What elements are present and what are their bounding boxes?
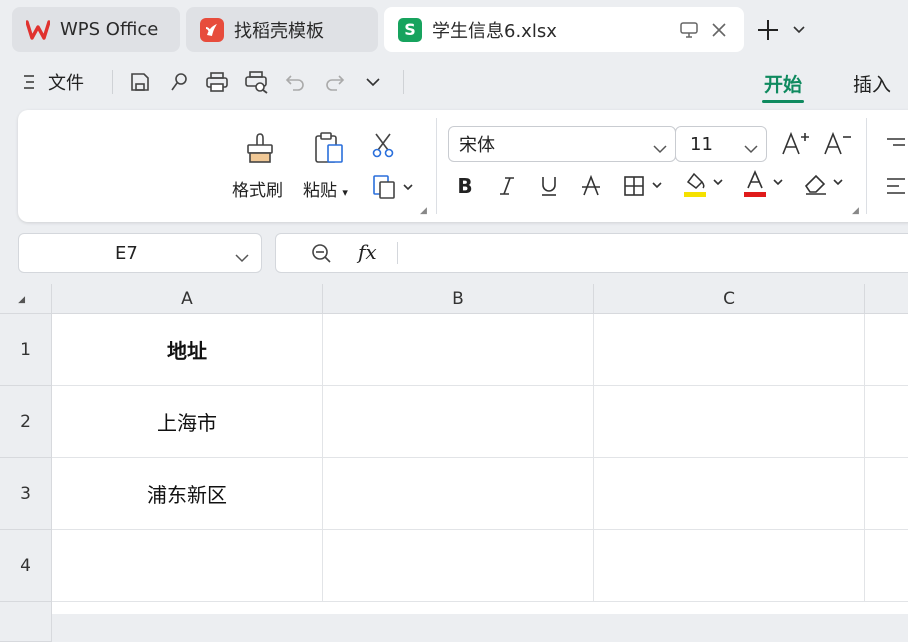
ribbon-tab-home[interactable]: 开始 (764, 70, 802, 97)
cell-a2[interactable]: 上海市 (52, 386, 323, 458)
divider (436, 118, 437, 214)
clear-format-eraser-icon[interactable] (802, 170, 848, 200)
align-top-icon[interactable] (882, 132, 908, 156)
font-color-icon[interactable] (742, 170, 788, 200)
cell-d2[interactable] (865, 386, 908, 458)
export-pdf-icon[interactable] (165, 66, 193, 98)
zoom-search-icon[interactable] (310, 242, 332, 268)
cell-b3[interactable] (323, 458, 594, 530)
select-all-corner[interactable]: ◢ (0, 284, 52, 314)
spreadsheet-grid: ◢ A B C 1 地址 2 上海市 3 浦东新区 4 (0, 284, 908, 642)
font-size-select[interactable]: 11 (675, 126, 767, 162)
tab-label: 学生信息6.xlsx (432, 20, 557, 42)
tab-wps-office[interactable]: WPS Office (12, 7, 180, 52)
copy-icon[interactable] (370, 172, 418, 202)
tab-student-info-xlsx[interactable]: S 学生信息6.xlsx (384, 7, 744, 52)
close-icon[interactable] (708, 19, 730, 41)
spreadsheet-s-icon: S (398, 17, 422, 42)
row-header-2[interactable]: 2 (0, 386, 52, 458)
wps-logo-icon (26, 18, 50, 42)
cell-b4[interactable] (323, 530, 594, 602)
cell-c1[interactable] (594, 314, 865, 386)
print-icon[interactable] (203, 66, 231, 98)
dialog-launcher-icon[interactable]: ◢ (420, 206, 427, 216)
monitor-icon[interactable] (678, 19, 700, 41)
paste-label[interactable]: 粘贴 ▾ (303, 176, 348, 201)
format-painter-label[interactable]: 格式刷 (232, 176, 283, 201)
docer-icon (200, 17, 224, 42)
column-header-b[interactable]: B (323, 284, 594, 314)
divider (866, 118, 867, 214)
fx-insert-function-button[interactable]: fx (358, 240, 377, 264)
fill-color-icon[interactable] (682, 170, 728, 200)
align-left-icon[interactable] (882, 174, 908, 198)
new-tab-plus-icon[interactable] (755, 17, 781, 43)
cell-a3[interactable]: 浦东新区 (52, 458, 323, 530)
chevron-down-icon (653, 138, 667, 159)
cell-b2[interactable] (323, 386, 594, 458)
decrease-font-size-icon[interactable] (822, 128, 852, 158)
increase-font-size-icon[interactable] (780, 128, 810, 158)
cell-c4[interactable] (594, 530, 865, 602)
chevron-down-icon[interactable] (360, 66, 386, 98)
paste-icon[interactable] (308, 128, 350, 168)
column-header-a[interactable]: A (52, 284, 323, 314)
cell-a4[interactable] (52, 530, 323, 602)
cut-scissors-icon[interactable] (368, 130, 398, 160)
file-menu-button[interactable]: 文件 (22, 66, 102, 98)
underline-icon[interactable] (536, 172, 562, 200)
cell-b1[interactable] (323, 314, 594, 386)
cell-c3[interactable] (594, 458, 865, 530)
italic-icon[interactable] (494, 172, 520, 200)
cell-d3[interactable] (865, 458, 908, 530)
active-tab-underline (762, 100, 804, 103)
tab-label: WPS Office (60, 19, 159, 40)
formula-bar[interactable]: fx (275, 233, 908, 273)
chevron-down-icon (744, 138, 758, 159)
ribbon-panel: 格式刷 粘贴 ▾ ◢ 宋体 11 B ◢ (18, 110, 908, 222)
row-header-5[interactable] (0, 602, 52, 642)
divider (112, 70, 113, 94)
name-box[interactable]: E7 (18, 233, 262, 273)
print-preview-icon[interactable] (242, 66, 272, 98)
cell-d4[interactable] (865, 530, 908, 602)
bold-icon[interactable]: B (452, 172, 478, 200)
tab-label: 找稻壳模板 (234, 20, 324, 42)
borders-icon[interactable] (622, 172, 668, 200)
cell-d1[interactable] (865, 314, 908, 386)
menu-lines-icon (22, 74, 36, 90)
cell-reference: E7 (115, 243, 138, 264)
ribbon-tab-insert[interactable]: 插入 (853, 70, 891, 97)
select-all-triangle-icon: ◢ (18, 295, 25, 305)
tab-docer-templates[interactable]: 找稻壳模板 (186, 7, 378, 52)
chevron-down-icon[interactable] (790, 20, 808, 40)
column-header-d[interactable] (865, 284, 908, 314)
save-icon[interactable] (126, 66, 154, 98)
strikethrough-icon[interactable] (578, 172, 604, 200)
chevron-down-icon[interactable] (235, 248, 249, 267)
format-painter-icon[interactable] (240, 128, 280, 168)
undo-icon[interactable] (282, 66, 310, 98)
column-header-c[interactable]: C (594, 284, 865, 314)
redo-icon[interactable] (320, 66, 348, 98)
cell-c2[interactable] (594, 386, 865, 458)
row-header-1[interactable]: 1 (0, 314, 52, 386)
row-header-4[interactable]: 4 (0, 530, 52, 602)
cell-a1[interactable]: 地址 (52, 314, 323, 386)
font-name-select[interactable]: 宋体 (448, 126, 676, 162)
dialog-launcher-icon[interactable]: ◢ (852, 206, 859, 216)
chevron-down-icon: ▾ (342, 186, 348, 199)
divider (397, 242, 398, 264)
divider (403, 70, 404, 94)
row-header-3[interactable]: 3 (0, 458, 52, 530)
